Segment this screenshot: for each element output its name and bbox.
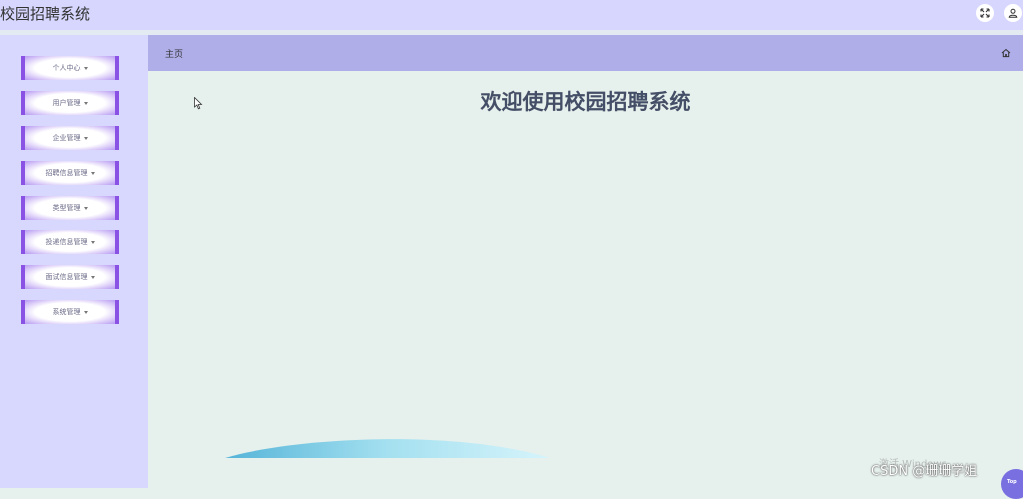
caret-down-icon — [90, 275, 95, 279]
welcome-heading: 欢迎使用校园招聘系统 — [480, 90, 691, 114]
sidebar-item-system-management[interactable]: 系统管理 — [21, 300, 119, 324]
sidebar-item-personal-center[interactable]: 个人中心 — [21, 56, 119, 80]
breadcrumb-current[interactable]: 主页 — [165, 47, 183, 60]
csdn-watermark: CSDN @珊珊学姐 — [871, 464, 978, 479]
caret-down-icon — [83, 136, 88, 140]
sidebar: 个人中心 用户管理 企业管理 招聘信息管理 类型管理 投递信息管理 面试信息管理… — [0, 35, 148, 488]
app-title: 校园招聘系统 — [0, 5, 91, 23]
caret-down-icon — [90, 171, 95, 175]
home-icon[interactable] — [1001, 48, 1011, 58]
sidebar-item-company-management[interactable]: 企业管理 — [21, 126, 119, 150]
sidebar-item-label: 系统管理 — [52, 308, 81, 316]
caret-down-icon — [83, 206, 88, 210]
sidebar-item-label: 面试信息管理 — [45, 273, 88, 281]
back-to-top-button[interactable]: Top — [1001, 469, 1023, 499]
sidebar-item-label: 企业管理 — [52, 134, 81, 142]
caret-down-icon — [83, 101, 88, 105]
sidebar-item-label: 类型管理 — [52, 204, 81, 212]
sidebar-item-interview-info-management[interactable]: 面试信息管理 — [21, 265, 119, 289]
sidebar-item-label: 投递信息管理 — [45, 238, 88, 246]
breadcrumb: 主页 — [148, 35, 1023, 71]
sidebar-item-label: 个人中心 — [52, 64, 81, 72]
top-button-label: Top — [1007, 479, 1017, 485]
sidebar-item-user-management[interactable]: 用户管理 — [21, 91, 119, 115]
mouse-cursor-icon — [194, 97, 203, 110]
caret-down-icon — [83, 66, 88, 70]
fullscreen-icon[interactable] — [976, 4, 994, 22]
sidebar-item-type-management[interactable]: 类型管理 — [21, 196, 119, 220]
user-icon[interactable] — [1004, 4, 1022, 22]
sidebar-item-label: 用户管理 — [52, 99, 81, 107]
decorative-wave — [225, 439, 550, 458]
sidebar-item-label: 招聘信息管理 — [45, 169, 88, 177]
sidebar-item-application-info-management[interactable]: 投递信息管理 — [21, 230, 119, 254]
top-bar: 校园招聘系统 — [0, 0, 1023, 30]
sidebar-item-recruitment-info-management[interactable]: 招聘信息管理 — [21, 161, 119, 185]
caret-down-icon — [90, 240, 95, 244]
caret-down-icon — [83, 310, 88, 314]
